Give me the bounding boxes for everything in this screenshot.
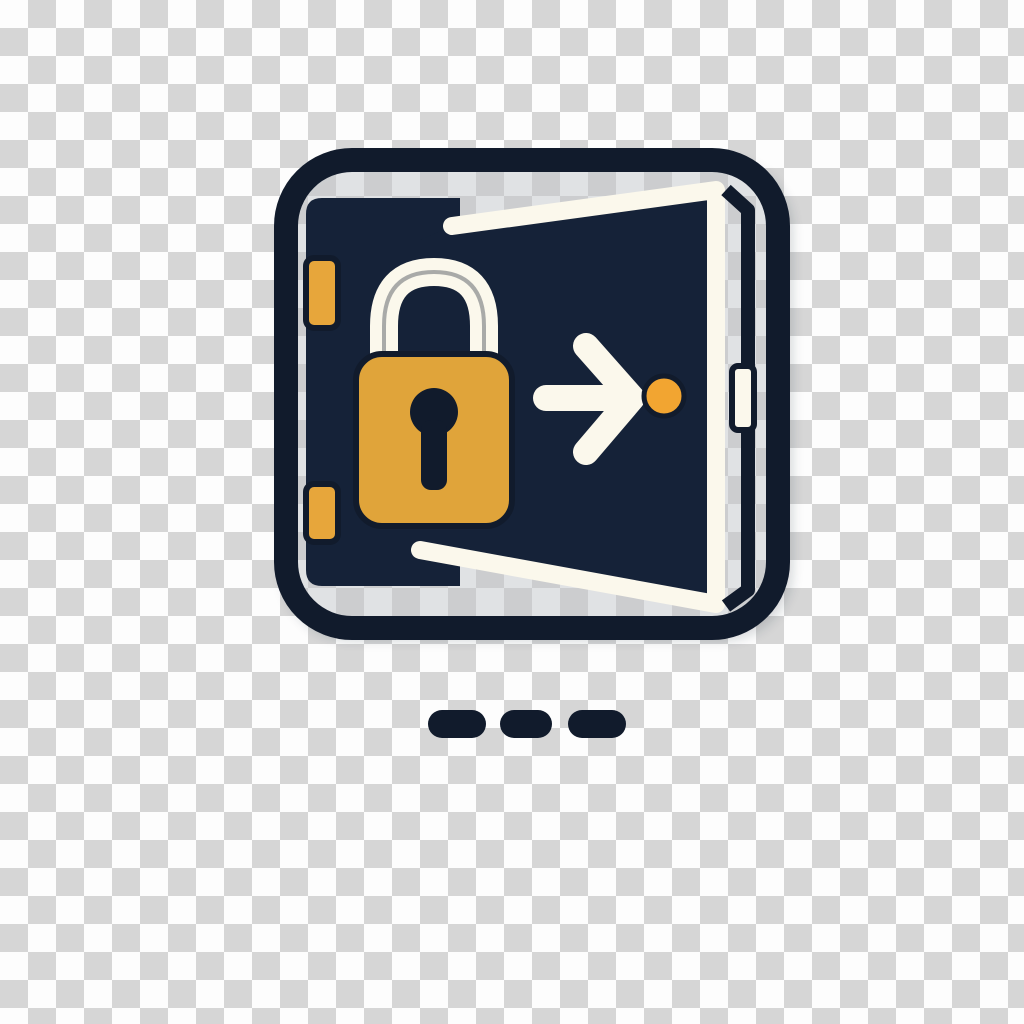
keyhole-slot [421,420,447,490]
hinge-top [303,255,341,331]
dot-1 [428,710,486,738]
dot-3 [568,710,626,738]
dot-2 [500,710,552,738]
door-knob [641,373,687,419]
transparent-canvas [0,0,1024,1024]
secure-login-door-icon [274,148,792,738]
door-latch [729,363,757,433]
hinge-bottom [303,481,341,545]
